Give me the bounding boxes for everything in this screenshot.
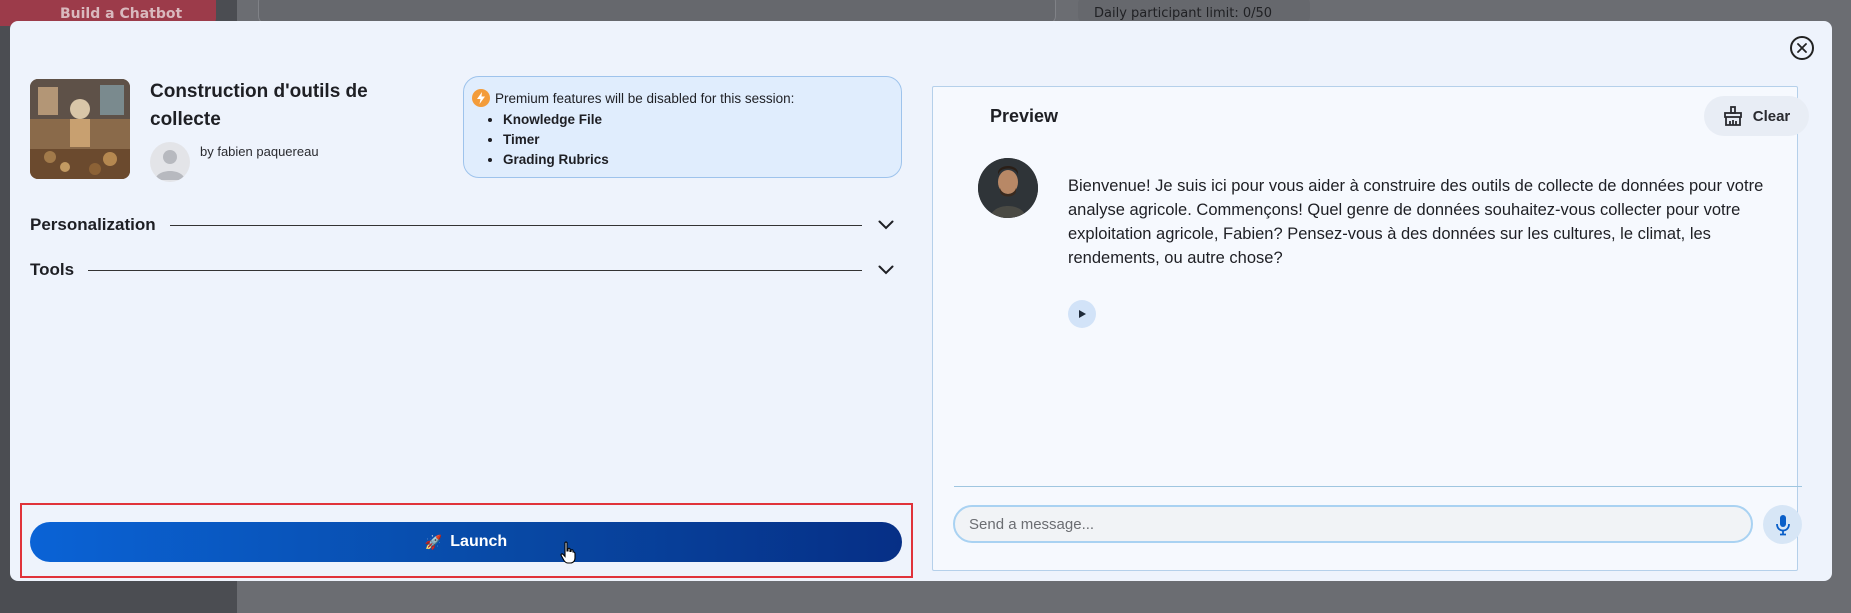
section-label: Tools [30, 260, 75, 279]
play-audio-button[interactable] [1068, 300, 1096, 328]
section-label: Personalization [30, 215, 156, 234]
launch-button[interactable]: 🚀 Launch [30, 522, 902, 562]
microphone-icon [1775, 514, 1790, 535]
clear-button[interactable]: Clear [1704, 96, 1809, 136]
clear-label: Clear [1752, 107, 1791, 125]
message-input[interactable] [953, 505, 1753, 543]
preview-panel [932, 86, 1798, 571]
section-divider [169, 224, 862, 226]
close-icon [1797, 43, 1807, 53]
chevron-down-icon [878, 220, 894, 230]
hand-cursor-icon [560, 541, 576, 564]
chatbot-title: Construction d'outils de collecte [150, 81, 368, 130]
section-personalization[interactable]: Personalization [30, 212, 900, 238]
rocket-icon: 🚀 [424, 533, 443, 550]
bot-message: Bienvenue! Je suis ici pour vous aider à… [1068, 177, 1764, 267]
chatbot-thumbnail [30, 79, 130, 179]
bolt-icon [472, 89, 490, 107]
author-avatar [150, 142, 190, 182]
premium-feature-item: Timer [503, 130, 891, 150]
close-button[interactable] [1790, 36, 1814, 60]
bot-avatar [978, 158, 1038, 218]
premium-notice: Premium features will be disabled for th… [463, 76, 902, 178]
chat-divider [954, 486, 1802, 487]
chevron-down-icon [878, 265, 894, 275]
author-name: by fabien paquereau [200, 144, 319, 159]
premium-feature-item: Grading Rubrics [503, 150, 891, 170]
microphone-button[interactable] [1763, 505, 1802, 544]
launch-label: Launch [450, 533, 508, 550]
premium-feature-list: Knowledge File Timer Grading Rubrics [503, 110, 891, 170]
play-icon [1079, 310, 1086, 318]
premium-feature-item: Knowledge File [503, 110, 891, 130]
preview-title: Preview [990, 106, 1059, 126]
broom-icon [1723, 106, 1742, 126]
premium-heading: Premium features will be disabled for th… [495, 90, 795, 106]
section-tools[interactable]: Tools [30, 257, 900, 283]
section-divider [88, 269, 862, 271]
